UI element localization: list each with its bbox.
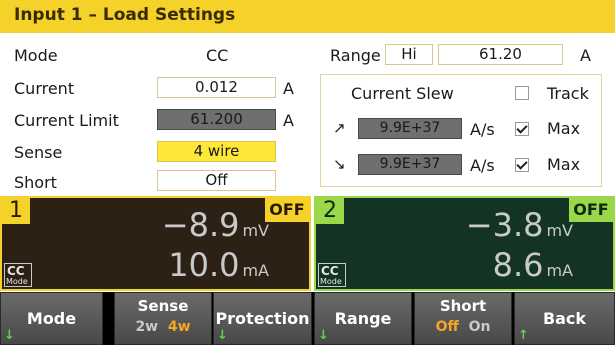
slew-up-max-label: Max — [547, 119, 581, 138]
channel-1-state: OFF — [265, 198, 309, 222]
current-slew-panel: Current Slew Track ↗ 9.9E+37 A/s Max ↘ 9… — [320, 74, 602, 187]
sense-softkey-options: 2w 4w — [115, 319, 211, 335]
channel-2-panel[interactable]: 2 OFF −3.8 mV 8.6 mA CC Mode — [314, 196, 615, 291]
short-softkey-options: Off On — [415, 319, 511, 335]
protection-softkey[interactable]: Protection ↓ — [213, 292, 312, 345]
channel-2-mode: CC — [321, 264, 339, 278]
channel-1-voltage-unit: mV — [242, 221, 269, 240]
channel-1-current: 10.0 — [168, 246, 240, 284]
channel-2-mode-badge: CC Mode — [318, 263, 346, 287]
short-field[interactable]: Off — [157, 170, 276, 191]
slew-down-max-label: Max — [547, 155, 581, 174]
down-arrow-icon: ↓ — [4, 328, 15, 343]
channel-2-state: OFF — [569, 198, 613, 222]
sense-label: Sense — [14, 143, 63, 162]
channel-2-mode-caption: Mode — [320, 277, 342, 286]
up-arrow-icon: ↑ — [518, 328, 529, 343]
range-softkey-label: Range — [334, 309, 392, 328]
sense-field[interactable]: 4 wire — [157, 141, 276, 162]
channel-2-current: 8.6 — [492, 246, 544, 284]
sense-option-4w: 4w — [167, 319, 191, 335]
protection-softkey-label: Protection — [215, 309, 310, 328]
down-arrow-icon: ↓ — [217, 328, 228, 343]
sense-option-2w: 2w — [135, 319, 159, 335]
mode-label: Mode — [14, 46, 58, 65]
current-label: Current — [14, 79, 75, 98]
channel-2-number: 2 — [316, 198, 344, 224]
channel-2-voltage: −3.8 — [465, 206, 544, 244]
short-softkey-label: Short — [439, 297, 487, 315]
channel-1-number: 1 — [2, 198, 30, 224]
sense-softkey[interactable]: Sense 2w 4w — [114, 292, 212, 345]
short-option-off: Off — [435, 319, 459, 335]
up-right-arrow-icon: ↗ — [333, 119, 346, 137]
track-checkbox[interactable] — [515, 86, 529, 100]
back-softkey[interactable]: Back ↑ — [514, 292, 615, 345]
back-softkey-label: Back — [542, 309, 587, 328]
range-value-field: 61.20 — [438, 44, 563, 65]
range-unit: A — [580, 46, 591, 65]
sense-softkey-label: Sense — [137, 297, 189, 315]
slew-up-field[interactable]: 9.9E+37 — [358, 118, 462, 139]
current-limit-unit: A — [283, 111, 294, 130]
slew-down-field[interactable]: 9.9E+37 — [358, 154, 462, 175]
channel-1-voltage: −8.9 — [161, 206, 240, 244]
channel-1-mode: CC — [7, 264, 25, 278]
channel-1-mode-badge: CC Mode — [4, 263, 32, 287]
channel-1-current-readout: 10.0 mA — [168, 246, 269, 284]
range-label: Range — [330, 46, 381, 65]
mode-value: CC — [206, 46, 229, 65]
current-unit: A — [283, 79, 294, 98]
mode-softkey-label: Mode — [26, 309, 77, 328]
track-label: Track — [547, 84, 589, 103]
slew-up-unit: A/s — [470, 120, 495, 139]
load-settings-screen: Input 1 – Load Settings Mode CC Current … — [0, 0, 615, 345]
slew-up-max-checkbox[interactable] — [515, 122, 529, 136]
channel-1-current-unit: mA — [242, 261, 269, 280]
short-softkey[interactable]: Short Off On — [414, 292, 512, 345]
page-title: Input 1 – Load Settings — [14, 5, 236, 25]
slew-down-max-checkbox[interactable] — [515, 158, 529, 172]
channel-2-current-unit: mA — [546, 261, 573, 280]
down-right-arrow-icon: ↘ — [333, 155, 346, 173]
channel-2-voltage-unit: mV — [546, 221, 573, 240]
channel-1-voltage-readout: −8.9 mV — [162, 206, 269, 244]
channel-2-voltage-readout: −3.8 mV — [466, 206, 573, 244]
softkey-bar: Mode ↓ Sense 2w 4w Protection ↓ Range ↓ … — [0, 292, 615, 345]
range-level-field[interactable]: Hi — [385, 44, 433, 65]
short-option-on: On — [468, 319, 491, 335]
current-limit-field[interactable]: 61.200 — [157, 109, 276, 130]
mode-softkey[interactable]: Mode ↓ — [0, 292, 103, 345]
channel-1-panel[interactable]: 1 OFF −8.9 mV 10.0 mA CC Mode — [0, 196, 311, 291]
current-slew-label: Current Slew — [351, 84, 454, 103]
range-softkey[interactable]: Range ↓ — [314, 292, 412, 345]
channel-2-current-readout: 8.6 mA — [493, 246, 573, 284]
current-field[interactable]: 0.012 — [157, 77, 276, 98]
slew-down-unit: A/s — [470, 156, 495, 175]
title-bar: Input 1 – Load Settings — [0, 0, 615, 33]
down-arrow-icon: ↓ — [318, 328, 329, 343]
current-limit-label: Current Limit — [14, 111, 119, 130]
channel-1-mode-caption: Mode — [6, 277, 28, 286]
short-label: Short — [14, 173, 57, 192]
